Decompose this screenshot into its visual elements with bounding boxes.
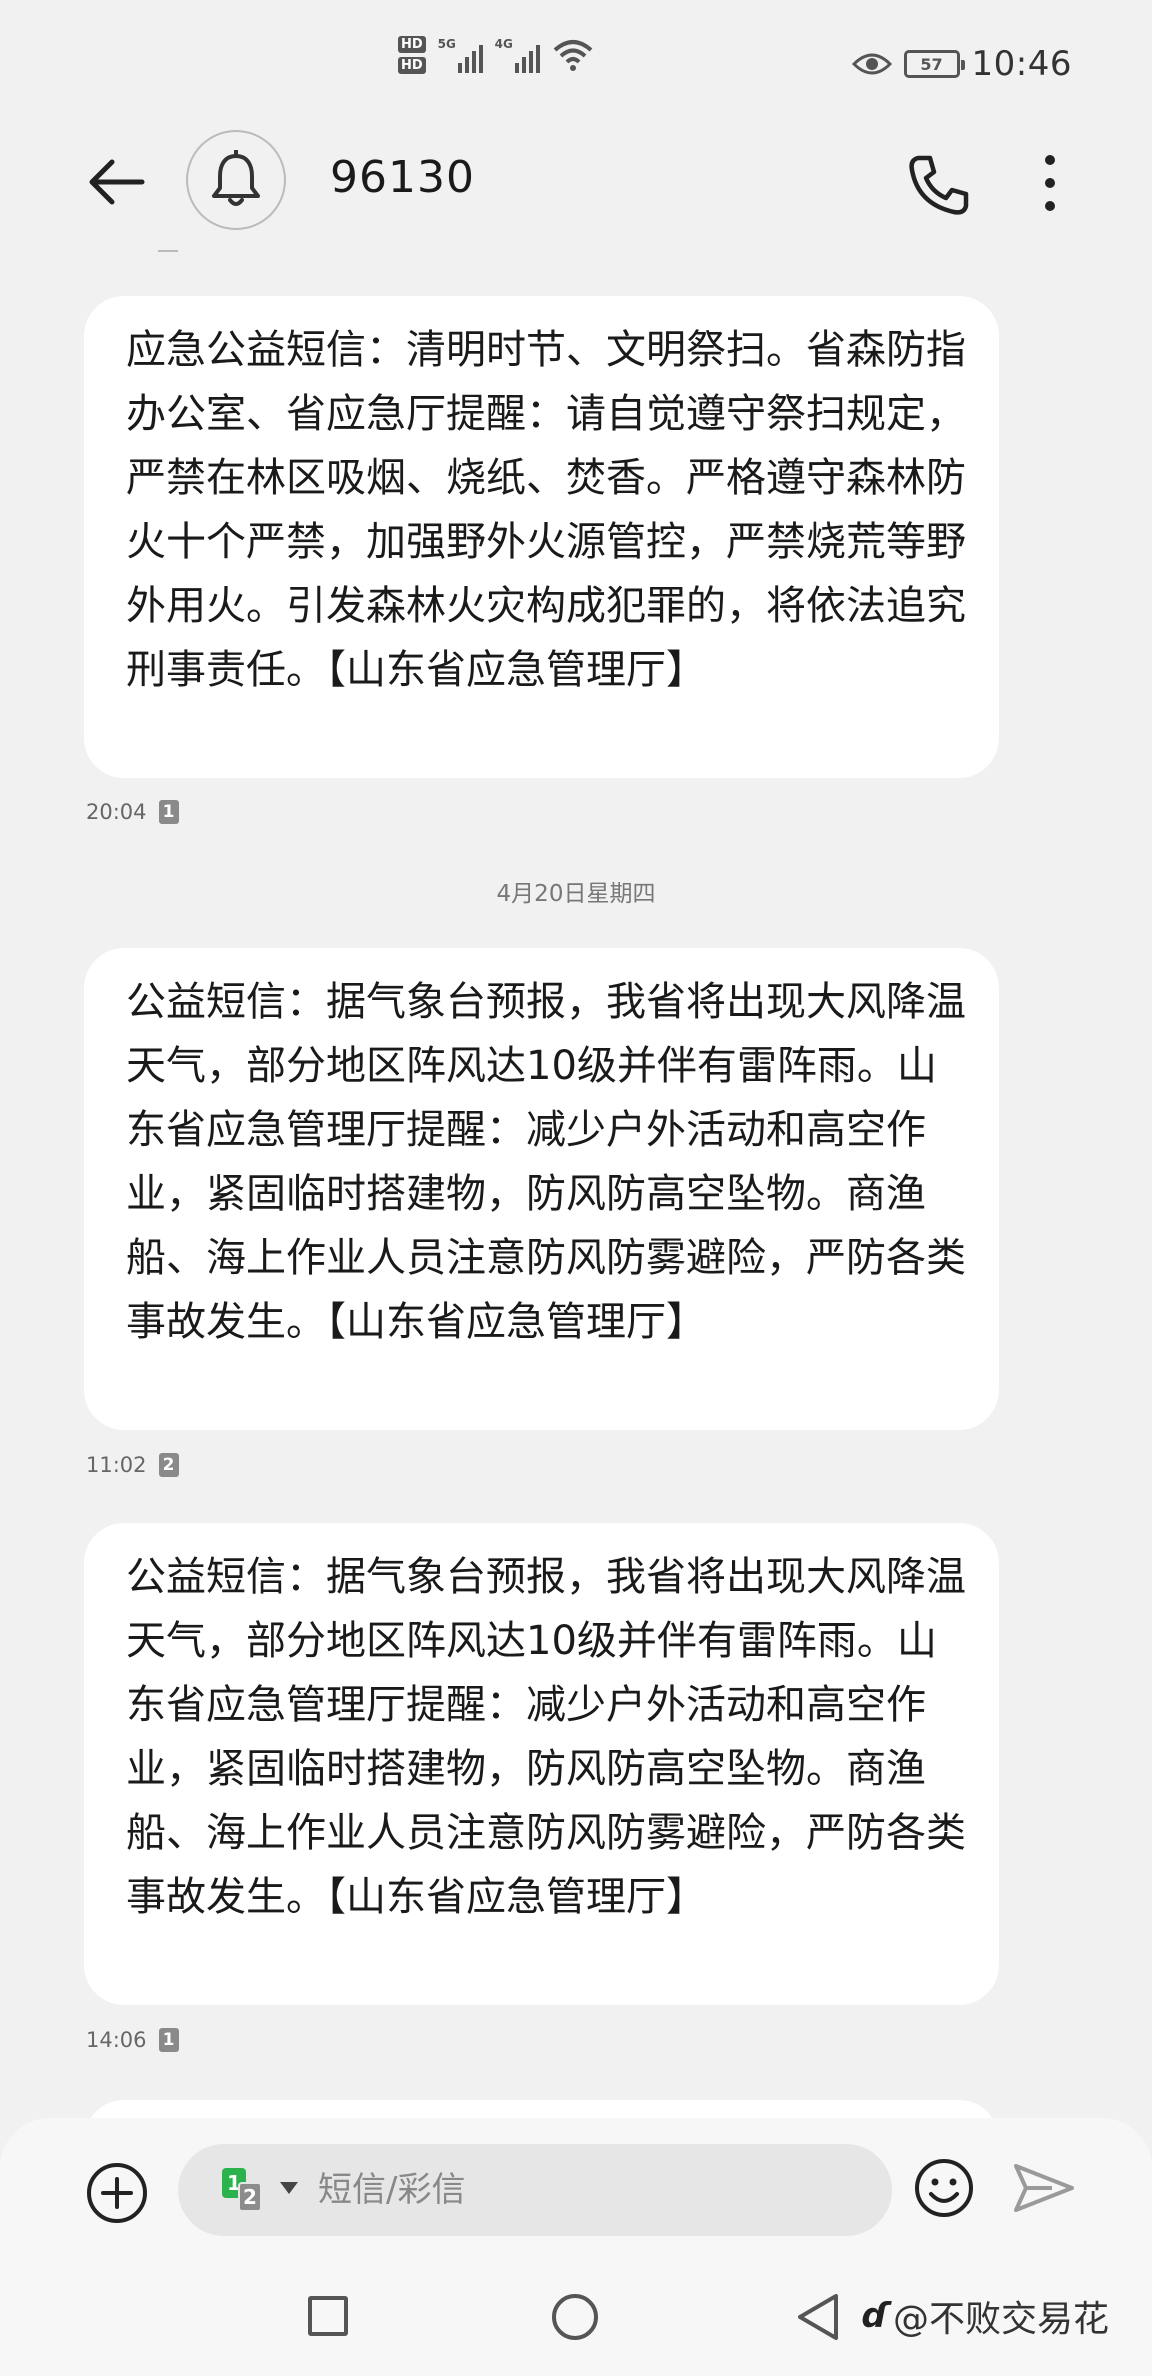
scroll-cutoff-mark — [158, 250, 178, 252]
sim-selector[interactable]: 1 2 — [218, 2168, 302, 2212]
hd-badges: HD HD — [398, 36, 426, 74]
hd-badge-1: HD — [398, 36, 426, 53]
message-time: 20:04 — [86, 800, 147, 824]
watermark-text: @不败交易花 — [892, 2299, 1109, 2340]
back-arrow-icon[interactable] — [84, 150, 148, 214]
sim1-network-type: 5G — [437, 37, 456, 51]
sim2-signal-icon: 4G — [495, 37, 540, 73]
contact-avatar[interactable] — [186, 130, 286, 230]
send-icon[interactable] — [1012, 2160, 1076, 2216]
phone-icon[interactable] — [904, 150, 974, 220]
message-time: 14:06 — [86, 2028, 147, 2052]
eye-comfort-icon — [851, 53, 892, 75]
bell-icon — [212, 150, 260, 206]
message-text: 公益短信：据气象台预报，我省将出现大风降温天气，部分地区阵风达10级并伴有雷阵雨… — [126, 979, 966, 1345]
message-time: 11:02 — [86, 1453, 147, 1477]
home-button[interactable] — [552, 2294, 598, 2340]
sim-badge: 1 — [158, 800, 179, 824]
message-meta-1: 20:04 1 — [86, 800, 179, 824]
smiley-icon[interactable] — [912, 2156, 976, 2220]
sim1-signal-icon: 5G — [438, 37, 483, 73]
message-meta-2: 11:02 2 — [86, 1453, 179, 1477]
sim2-network-type: 4G — [494, 37, 513, 51]
sim-badge: 2 — [158, 1453, 179, 1477]
message-input[interactable] — [318, 2166, 858, 2214]
message-meta-3: 14:06 1 — [86, 2028, 179, 2052]
date-separator: 4月20日星期四 — [496, 881, 656, 907]
conversation-header: 96130 — [0, 130, 1152, 230]
message-bubble-1[interactable]: 应急公益短信：清明时节、文明祭扫。省森防指办公室、省应急厅提醒：请自觉遵守祭扫规… — [84, 296, 999, 778]
sim2-icon: 2 — [238, 2182, 262, 2212]
battery-icon: 57 — [903, 50, 965, 78]
recent-apps-button[interactable] — [308, 2296, 348, 2336]
nav-back-icon[interactable] — [796, 2292, 840, 2342]
watermark-logo: ɗ — [862, 2296, 889, 2336]
message-text: 公益短信：据气象台预报，我省将出现大风降温天气，部分地区阵风达10级并伴有雷阵雨… — [126, 1554, 966, 1920]
signal-indicators: HD HD 5G 4G — [398, 36, 594, 74]
wifi-icon — [553, 40, 592, 71]
message-bubble-2[interactable]: 公益短信：据气象台预报，我省将出现大风降温天气，部分地区阵风达10级并伴有雷阵雨… — [84, 948, 999, 1430]
contact-name: 96130 — [330, 152, 475, 203]
status-bar: HD HD 5G 4G 57 10:46 — [0, 0, 1152, 130]
status-right: 57 10:46 — [851, 44, 1072, 84]
hd-badge-2: HD — [398, 57, 426, 74]
more-vertical-icon[interactable] — [1020, 148, 1080, 218]
battery-level: 57 — [920, 54, 943, 74]
watermark: ɗ @不败交易花 — [862, 2290, 1109, 2342]
status-time: 10:46 — [971, 44, 1072, 84]
chevron-down-icon — [280, 2182, 298, 2194]
message-bubble-3[interactable]: 公益短信：据气象台预报，我省将出现大风降温天气，部分地区阵风达10级并伴有雷阵雨… — [84, 1523, 999, 2005]
message-text: 应急公益短信：清明时节、文明祭扫。省森防指办公室、省应急厅提醒：请自觉遵守祭扫规… — [126, 327, 966, 693]
plus-circle-icon[interactable] — [84, 2160, 150, 2226]
sim-badge: 1 — [158, 2028, 179, 2052]
